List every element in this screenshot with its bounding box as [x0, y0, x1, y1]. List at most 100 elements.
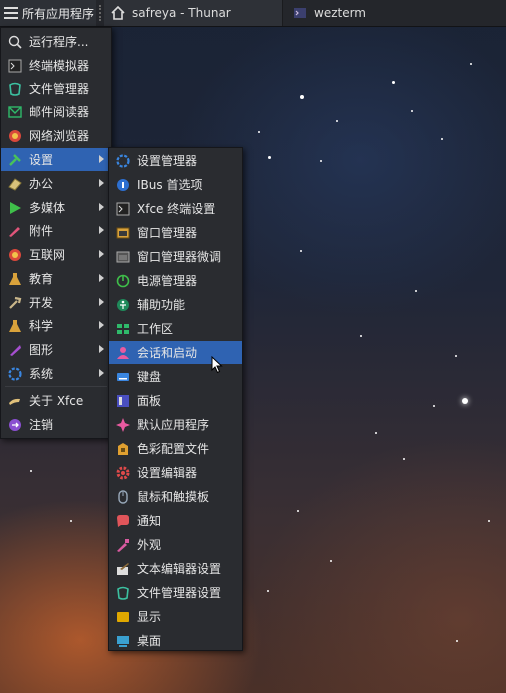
submenu-item-color-profiles[interactable]: 色彩配置文件 [109, 437, 242, 460]
applications-menu-button[interactable]: 所有应用程序 [0, 0, 96, 26]
office-icon [7, 176, 23, 192]
submenu-arrow-icon [99, 250, 104, 258]
menu-item-label: 办公 [29, 177, 54, 191]
submenu-item-settings-editor[interactable]: 设置编辑器 [109, 461, 242, 484]
submenu-arrow-icon [99, 345, 104, 353]
submenu-item-window-manager[interactable]: 窗口管理器 [109, 221, 242, 244]
desktop-icon [115, 633, 131, 649]
submenu-arrow-icon [99, 155, 104, 163]
science-icon [7, 318, 23, 334]
menu-item-terminal[interactable]: 终端模拟器 [1, 54, 111, 77]
submenu-item-label: 窗口管理器 [137, 226, 198, 240]
terminal-icon [7, 58, 23, 74]
menu-item-system[interactable]: 系统 [1, 362, 111, 385]
submenu-item-notifications[interactable]: 通知 [109, 509, 242, 532]
menu-item-graphics[interactable]: 图形 [1, 338, 111, 361]
settings-icon [7, 152, 23, 168]
display-icon [115, 609, 131, 625]
submenu-item-label: 设置管理器 [137, 154, 198, 168]
menu-item-label: 科学 [29, 319, 54, 333]
submenu-item-workspaces[interactable]: 工作区 [109, 317, 242, 340]
file-manager-settings-icon [115, 585, 131, 601]
education-icon [7, 271, 23, 287]
file-manager-icon [7, 81, 23, 97]
accessories-icon [7, 223, 23, 239]
submenu-item-power-manager[interactable]: 电源管理器 [109, 269, 242, 292]
keyboard-icon [115, 369, 131, 385]
menu-item-internet[interactable]: 互联网 [1, 243, 111, 266]
submenu-item-label: 文本编辑器设置 [137, 562, 222, 576]
menu-item-multimedia[interactable]: 多媒体 [1, 196, 111, 219]
menu-item-mail-reader[interactable]: 邮件阅读器 [1, 100, 111, 123]
applications-menu: 运行程序... 终端模拟器 文件管理器 邮件阅读器 网络浏览器 设置 办公 多媒… [0, 27, 112, 439]
menu-item-web-browser[interactable]: 网络浏览器 [1, 124, 111, 147]
menu-item-education[interactable]: 教育 [1, 267, 111, 290]
top-panel: 所有应用程序 safreya - Thunar wezterm [0, 0, 506, 27]
menu-item-label: 关于 Xfce [29, 394, 84, 408]
submenu-item-window-tweaks[interactable]: 窗口管理器微调 [109, 245, 242, 268]
menu-item-label: 开发 [29, 296, 54, 310]
home-icon [110, 5, 126, 21]
submenu-item-label: 显示 [137, 610, 162, 624]
system-icon [7, 366, 23, 382]
menu-item-label: 注销 [29, 418, 54, 432]
settings-editor-icon [115, 465, 131, 481]
menu-item-logout[interactable]: 注销 [1, 413, 111, 436]
menu-item-accessories[interactable]: 附件 [1, 219, 111, 242]
menu-item-label: 附件 [29, 224, 54, 238]
menu-item-label: 图形 [29, 343, 54, 357]
submenu-item-desktop[interactable]: 桌面 [109, 629, 242, 652]
menu-item-about-xfce[interactable]: 关于 Xfce [1, 389, 111, 412]
panel-icon [115, 393, 131, 409]
submenu-item-appearance[interactable]: 外观 [109, 533, 242, 556]
menu-item-label: 互联网 [29, 248, 66, 262]
submenu-item-file-manager-settings[interactable]: 文件管理器设置 [109, 581, 242, 604]
menu-item-office[interactable]: 办公 [1, 172, 111, 195]
terminal-icon [292, 5, 308, 21]
submenu-item-label: 设置编辑器 [137, 466, 198, 480]
logout-icon [7, 417, 23, 433]
submenu-item-text-editor-settings[interactable]: 文本编辑器设置 [109, 557, 242, 580]
menu-item-development[interactable]: 开发 [1, 291, 111, 314]
internet-icon [7, 247, 23, 263]
taskbar-item-label: safreya - Thunar [132, 6, 231, 20]
session-icon [115, 345, 131, 361]
menu-item-run-program[interactable]: 运行程序... [1, 30, 111, 53]
submenu-item-terminal-settings[interactable]: Xfce 终端设置 [109, 197, 242, 220]
menu-item-science[interactable]: 科学 [1, 314, 111, 337]
submenu-item-label: 电源管理器 [137, 274, 198, 288]
submenu-item-default-apps[interactable]: 默认应用程序 [109, 413, 242, 436]
menu-item-file-manager[interactable]: 文件管理器 [1, 77, 111, 100]
accessibility-icon [115, 297, 131, 313]
menu-icon [4, 7, 18, 19]
notifications-icon [115, 513, 131, 529]
mouse-cursor-icon [211, 355, 223, 377]
submenu-arrow-icon [99, 369, 104, 377]
submenu-item-label: 会话和启动 [137, 346, 198, 360]
submenu-item-panel[interactable]: 面板 [109, 389, 242, 412]
submenu-item-label: 面板 [137, 394, 162, 408]
submenu-item-settings-manager[interactable]: 设置管理器 [109, 149, 242, 172]
menu-item-label: 终端模拟器 [29, 59, 90, 73]
submenu-item-mouse-touchpad[interactable]: 鼠标和触摸板 [109, 485, 242, 508]
ibus-icon [115, 177, 131, 193]
submenu-item-accessibility[interactable]: 辅助功能 [109, 293, 242, 316]
menu-item-label: 教育 [29, 272, 54, 286]
submenu-arrow-icon [99, 203, 104, 211]
submenu-item-ibus[interactable]: IBus 首选项 [109, 173, 242, 196]
submenu-item-label: 通知 [137, 514, 162, 528]
mail-icon [7, 104, 23, 120]
menu-item-settings[interactable]: 设置 [1, 148, 111, 171]
submenu-arrow-icon [99, 298, 104, 306]
taskbar-item-wezterm[interactable]: wezterm [286, 0, 506, 26]
submenu-item-label: 键盘 [137, 370, 162, 384]
taskbar-item-label: wezterm [314, 6, 366, 20]
applications-menu-label: 所有应用程序 [22, 6, 95, 21]
taskbar-item-thunar[interactable]: safreya - Thunar [104, 0, 283, 26]
development-icon [7, 295, 23, 311]
submenu-item-display[interactable]: 显示 [109, 605, 242, 628]
settings-submenu: 设置管理器 IBus 首选项 Xfce 终端设置 窗口管理器 窗口管理器微调 电… [108, 147, 243, 651]
appearance-icon [115, 537, 131, 553]
submenu-item-label: 工作区 [137, 322, 174, 336]
multimedia-icon [7, 200, 23, 216]
